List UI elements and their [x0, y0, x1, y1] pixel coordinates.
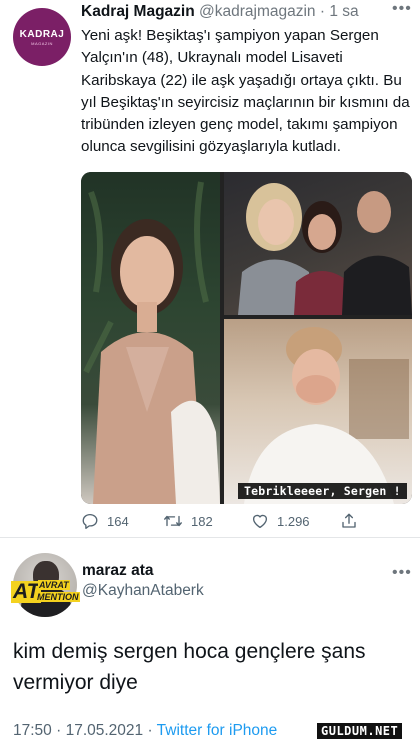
reply-icon — [82, 513, 98, 529]
tweet-text: kim demiş sergen hoca gençlere şans verm… — [13, 640, 366, 694]
tweet-source-link[interactable]: Twitter for iPhone — [157, 722, 278, 739]
retweet-button[interactable]: 182 — [163, 512, 213, 530]
image-caption: Tebrikleeeer, Sergen ! — [238, 483, 407, 499]
user-handle[interactable]: @KayhanAtaberk — [82, 582, 204, 600]
quoted-tweet[interactable]: KADRAJ MAGAZIN Kadraj Magazin @kadrajmag… — [0, 0, 420, 535]
crying-illustration — [244, 327, 409, 504]
retweet-count: 182 — [191, 513, 213, 529]
more-icon[interactable]: ••• — [392, 0, 412, 18]
retweet-icon — [164, 515, 182, 527]
watermark: GULDUM.NET — [317, 723, 403, 739]
like-icon — [252, 514, 268, 529]
tweet-date[interactable]: 17.05.2021 — [66, 722, 144, 739]
quoted-handle[interactable]: @kadrajmagazin — [199, 3, 316, 20]
header-separator: · — [315, 3, 330, 20]
tweet-time[interactable]: 17:50 — [13, 722, 52, 739]
meta-separator-2: · — [143, 722, 157, 739]
reply-button[interactable]: 164 — [81, 512, 129, 530]
like-button[interactable]: 1.296 — [251, 512, 310, 530]
reply-count: 164 — [107, 513, 129, 529]
avatar-badge: AT AVRAT MENTION — [11, 577, 80, 607]
display-name[interactable]: maraz ata — [82, 562, 154, 580]
badge-word-2: MENTION — [36, 592, 80, 602]
like-count: 1.296 — [277, 513, 310, 529]
meta-separator: · — [51, 722, 66, 739]
more-icon[interactable]: ••• — [392, 564, 412, 582]
quoted-time[interactable]: 1 sa — [329, 3, 358, 20]
tweet-meta: 17:50 · 17.05.2021 · Twitter for iPhone — [13, 722, 277, 740]
quoted-avatar[interactable]: KADRAJ MAGAZIN — [13, 8, 71, 66]
avatar-logo-subtext: MAGAZIN — [31, 40, 53, 46]
share-button[interactable] — [340, 512, 366, 530]
photo-model-portrait[interactable] — [81, 172, 220, 504]
portrait-illustration — [83, 181, 220, 504]
media-grid[interactable]: Tebrikleeeer, Sergen ! — [81, 172, 412, 504]
divider — [0, 537, 420, 538]
photo-group[interactable] — [224, 172, 412, 315]
quoted-header: Kadraj Magazin @kadrajmagazin · 1 sa — [81, 3, 411, 25]
quoted-display-name[interactable]: Kadraj Magazin — [81, 3, 195, 20]
badge-word-1: AVRAT — [38, 580, 70, 590]
photo-crying[interactable]: Tebrikleeeer, Sergen ! — [224, 319, 412, 504]
quoted-tweet-text: Yeni aşk! Beşiktaş'ı şampiyon yapan Serg… — [81, 27, 410, 156]
share-icon — [342, 513, 356, 528]
action-bar: 164 182 1.296 — [81, 512, 381, 532]
group-illustration — [238, 183, 412, 315]
avatar-logo-text: KADRAJ — [19, 28, 65, 40]
